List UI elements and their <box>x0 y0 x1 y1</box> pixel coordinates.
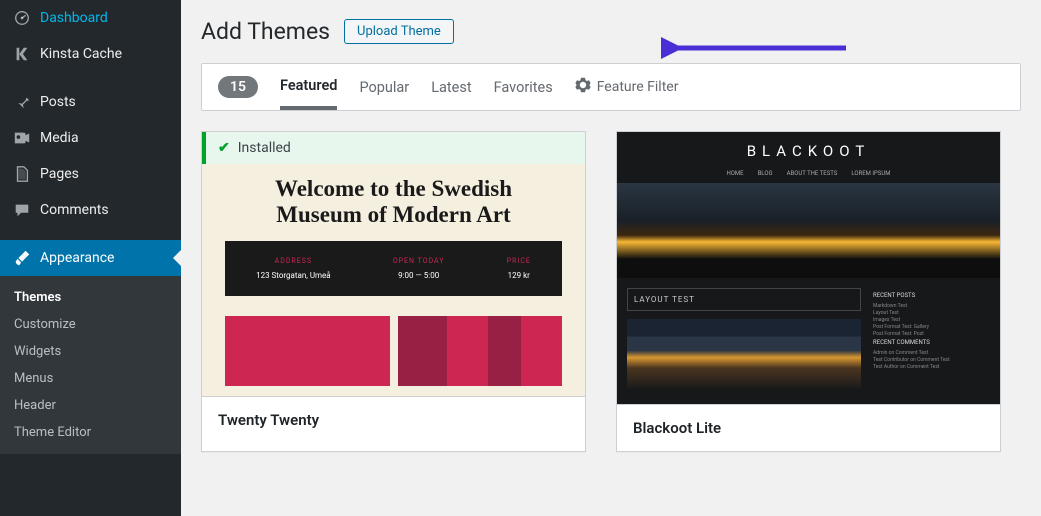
upload-theme-button[interactable]: Upload Theme <box>344 19 454 44</box>
sidebar-item-label: Posts <box>40 94 76 110</box>
themes-grid: ✔ Installed Welcome to the Swedish Museu… <box>201 131 1021 452</box>
preview-col-label: ADDRESS <box>256 257 331 265</box>
theme-card-blackoot-lite[interactable]: BLACKOOT HOME BLOG ABOUT THE TESTS LOREM… <box>616 131 1001 452</box>
page-title: Add Themes <box>201 18 330 45</box>
main-content: Add Themes Upload Theme 15 Featured Popu… <box>181 0 1041 516</box>
admin-sidebar: Dashboard Kinsta Cache Posts Media Pages… <box>0 0 181 516</box>
submenu-theme-editor[interactable]: Theme Editor <box>0 419 181 446</box>
theme-card-twenty-twenty[interactable]: ✔ Installed Welcome to the Swedish Museu… <box>201 131 586 452</box>
submenu-widgets[interactable]: Widgets <box>0 338 181 365</box>
sidebar-item-label: Pages <box>40 166 79 182</box>
sidebar-item-appearance[interactable]: Appearance <box>0 240 181 276</box>
preview-col-val: 129 kr <box>507 271 531 280</box>
preview-nav-item: ABOUT THE TESTS <box>787 170 838 177</box>
sidebar-item-dashboard[interactable]: Dashboard <box>0 0 181 36</box>
preview-side-item: Images Test <box>873 317 990 321</box>
sidebar-item-posts[interactable]: Posts <box>0 84 181 120</box>
preview-nav-item: HOME <box>727 170 744 177</box>
brush-icon <box>12 248 32 268</box>
feature-filter-label: Feature Filter <box>597 79 679 95</box>
submenu-menus[interactable]: Menus <box>0 365 181 392</box>
appearance-submenu: Themes Customize Widgets Menus Header Th… <box>0 276 181 454</box>
filter-bar: 15 Featured Popular Latest Favorites Fea… <box>201 63 1021 111</box>
installed-banner: ✔ Installed <box>202 132 585 164</box>
preview-side-item: Admin on Comment Test <box>873 350 990 354</box>
preview-col-val: 123 Storgatan, Umeå <box>256 271 331 280</box>
feature-filter-button[interactable]: Feature Filter <box>575 77 679 97</box>
preview-side-item: Markdown Test <box>873 303 990 307</box>
preview-side-heading: RECENT POSTS <box>873 292 990 299</box>
preview-col-val: 9:00 — 5:00 <box>393 271 445 280</box>
gear-icon <box>575 77 591 97</box>
sidebar-item-label: Dashboard <box>40 10 108 26</box>
pages-icon <box>12 164 32 184</box>
check-icon: ✔ <box>218 140 230 156</box>
sidebar-item-kinsta[interactable]: Kinsta Cache <box>0 36 181 72</box>
preview-hero <box>617 183 1000 278</box>
sidebar-item-label: Appearance <box>40 250 114 266</box>
pin-icon <box>12 92 32 112</box>
comments-icon <box>12 200 32 220</box>
preview-nav-item: BLOG <box>758 170 773 177</box>
submenu-header[interactable]: Header <box>0 392 181 419</box>
installed-label: Installed <box>238 140 291 156</box>
preview-post-image <box>627 319 861 389</box>
sidebar-item-comments[interactable]: Comments <box>0 192 181 228</box>
preview-col-label: OPEN TODAY <box>393 257 445 265</box>
preview-side-item: Test Contributor on Comment Test <box>873 357 990 361</box>
preview-col-label: PRICE <box>507 257 531 265</box>
filter-tab-featured[interactable]: Featured <box>280 77 337 110</box>
theme-preview: Welcome to the Swedish Museum of Modern … <box>202 164 585 396</box>
preview-title: Welcome to the Swedish Museum of Modern … <box>202 164 585 241</box>
sidebar-item-label: Media <box>40 130 79 146</box>
submenu-themes[interactable]: Themes <box>0 284 181 311</box>
theme-preview: BLACKOOT HOME BLOG ABOUT THE TESTS LOREM… <box>617 132 1000 404</box>
sidebar-item-media[interactable]: Media <box>0 120 181 156</box>
preview-brand: BLACKOOT <box>617 132 1000 170</box>
sidebar-item-pages[interactable]: Pages <box>0 156 181 192</box>
dashboard-icon <box>12 8 32 28</box>
theme-name: Twenty Twenty <box>202 396 585 443</box>
theme-name: Blackoot Lite <box>617 404 1000 451</box>
preview-side-heading: RECENT COMMENTS <box>873 339 990 346</box>
sidebar-item-label: Comments <box>40 202 109 218</box>
page-header: Add Themes Upload Theme <box>201 10 1021 63</box>
preview-side-item: Layout Test <box>873 310 990 314</box>
theme-count-badge: 15 <box>218 76 258 98</box>
preview-nav: HOME BLOG ABOUT THE TESTS LOREM IPSUM <box>617 170 1000 183</box>
preview-post-title: LAYOUT TEST <box>627 288 861 311</box>
media-icon <box>12 128 32 148</box>
filter-tab-favorites[interactable]: Favorites <box>494 79 553 108</box>
preview-side-item: Test Author on Comment Test <box>873 364 990 368</box>
preview-info-bar: ADDRESS 123 Storgatan, Umeå OPEN TODAY 9:0… <box>225 241 562 296</box>
filter-tab-latest[interactable]: Latest <box>431 79 471 108</box>
preview-nav-item: LOREM IPSUM <box>851 170 890 177</box>
kinsta-icon <box>12 44 32 64</box>
submenu-customize[interactable]: Customize <box>0 311 181 338</box>
filter-tab-popular[interactable]: Popular <box>359 79 409 108</box>
annotation-arrow <box>661 34 851 62</box>
preview-blocks <box>225 316 562 386</box>
preview-side-item: Post Format Test: Post <box>873 331 990 335</box>
preview-sidebar: RECENT POSTS Markdown Test Layout Test I… <box>873 288 990 389</box>
preview-side-item: Post Format Test: Gallery <box>873 324 990 328</box>
sidebar-item-label: Kinsta Cache <box>40 46 122 62</box>
